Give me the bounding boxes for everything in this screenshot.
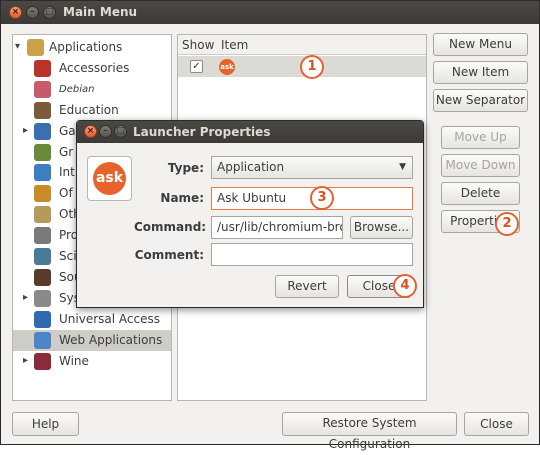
expander-open-icon[interactable]: ▾	[15, 41, 20, 52]
expander-closed-icon[interactable]: ▸	[23, 355, 28, 366]
restore-system-configuration-button[interactable]: Restore System Configuration	[282, 412, 457, 451]
accessories-icon	[34, 59, 51, 77]
new-menu-button[interactable]: New Menu	[433, 33, 528, 56]
tree-item-label: Int	[59, 165, 75, 180]
tree-item[interactable]: ▾ Applications	[13, 37, 171, 58]
education-icon	[34, 101, 51, 119]
dialog-maximize-icon[interactable]: □	[114, 125, 127, 138]
type-value: Application	[217, 160, 285, 174]
tree-item[interactable]: Debian	[13, 79, 171, 100]
system-icon	[34, 289, 51, 307]
annotation-4: 4	[393, 274, 417, 298]
tree-item-label: Sci	[59, 249, 77, 263]
tree-item-label: Web Applications	[59, 332, 163, 347]
tree-item-label: Universal Access	[59, 311, 160, 326]
browse-button[interactable]: Browse...	[350, 216, 413, 239]
column-item[interactable]: Item	[221, 38, 248, 52]
tree-item-label: Wine	[59, 353, 89, 368]
move-down-button[interactable]: Move Down	[441, 154, 520, 177]
main-close-button[interactable]: Close	[464, 412, 529, 436]
tree-item-label: Of	[59, 186, 73, 201]
tree-item[interactable]: Web Applications	[13, 329, 171, 351]
tree-item[interactable]: Universal Access	[13, 309, 171, 330]
universal-access-icon	[34, 310, 51, 328]
dialog-titlebar[interactable]: × – □ Launcher Properties	[77, 121, 423, 143]
ask-ubuntu-icon: ask	[219, 59, 235, 75]
sound-video-icon	[34, 268, 51, 286]
show-checkbox[interactable]: ✓	[190, 60, 203, 73]
tree-item[interactable]: ▸ Wine	[13, 351, 171, 372]
type-label: Type:	[167, 161, 204, 175]
delete-button[interactable]: Delete	[441, 182, 520, 205]
dialog-minimize-icon[interactable]: –	[99, 125, 112, 138]
games-icon	[34, 122, 51, 140]
column-show[interactable]: Show	[182, 38, 214, 52]
new-item-button[interactable]: New Item	[433, 61, 528, 84]
tree-item-label: Ga	[59, 123, 76, 138]
command-label: Command:	[134, 220, 207, 234]
help-button[interactable]: Help	[12, 412, 79, 436]
revert-button[interactable]: Revert	[275, 275, 339, 298]
close-window-icon[interactable]: ×	[9, 6, 22, 19]
move-up-button[interactable]: Move Up	[441, 126, 520, 149]
window-titlebar[interactable]: × – □ Main Menu	[1, 1, 539, 24]
name-label: Name:	[160, 191, 204, 205]
minimize-window-icon[interactable]: –	[26, 6, 39, 19]
programming-icon	[34, 227, 51, 245]
tree-item-label: Debian	[59, 83, 95, 95]
tree-item-label: Gr	[59, 144, 74, 159]
annotation-1: 1	[300, 55, 324, 79]
new-separator-button[interactable]: New Separator	[433, 89, 528, 112]
maximize-window-icon[interactable]: □	[43, 6, 56, 19]
command-input[interactable]: /usr/lib/chromium-bro	[211, 216, 343, 239]
science-icon	[34, 248, 51, 265]
annotation-2: 2	[495, 212, 519, 236]
dialog-title: Launcher Properties	[133, 125, 271, 139]
web-applications-icon	[34, 331, 51, 349]
dialog-close-icon[interactable]: ×	[84, 125, 97, 138]
graphics-icon	[34, 143, 51, 161]
wine-icon	[34, 352, 51, 370]
tree-item-label: Accessories	[59, 60, 130, 75]
ask-ubuntu-large-icon: ask	[93, 162, 126, 195]
other-icon	[34, 206, 51, 224]
expander-closed-icon[interactable]: ▸	[23, 125, 28, 136]
tree-item-label: Applications	[49, 40, 123, 54]
tree-item[interactable]: Education	[13, 100, 171, 121]
debian-icon	[34, 80, 51, 98]
comment-label: Comment:	[134, 248, 204, 262]
tree-item[interactable]: Accessories	[13, 58, 171, 79]
launcher-properties-dialog: × – □ Launcher Properties ask Type: Appl…	[76, 120, 424, 308]
annotation-3: 3	[310, 186, 334, 210]
dropdown-arrow-icon: ▼	[399, 162, 406, 172]
type-select[interactable]: Application ▼	[211, 156, 413, 179]
internet-icon	[34, 164, 51, 182]
office-icon	[34, 185, 51, 203]
comment-input[interactable]	[211, 243, 413, 266]
list-header: Show Item	[178, 35, 426, 55]
window-title: Main Menu	[63, 5, 138, 19]
tree-item-label: Education	[59, 102, 119, 117]
launcher-icon-button[interactable]: ask	[87, 156, 132, 201]
applications-folder-icon	[27, 39, 44, 56]
expander-closed-icon[interactable]: ▸	[23, 292, 28, 303]
